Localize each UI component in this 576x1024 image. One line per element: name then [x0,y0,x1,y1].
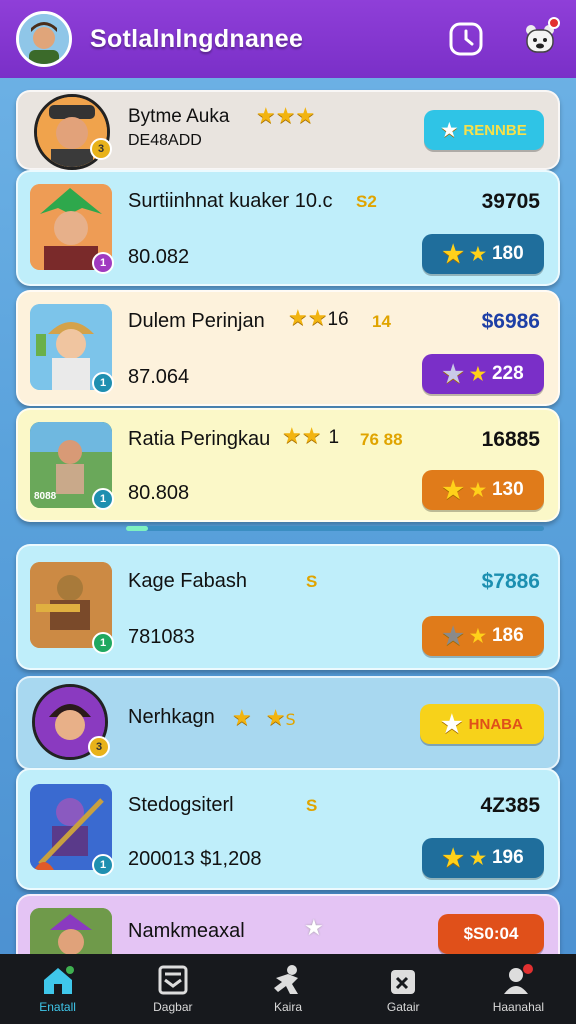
profile-icon [500,964,536,996]
level-coin: 1 [92,632,114,654]
item-name: Stedogsiterl [128,794,234,816]
nav-item-inbox[interactable]: Dagbar [115,954,230,1024]
list-item[interactable]: 1 Kage Fabash S $7886 781083 ★ ★ 186 [16,544,560,670]
nav-item-profile[interactable]: Haanahal [461,954,576,1024]
bear-icon[interactable] [520,17,560,59]
app-title: Sotlalnlngdnanee [90,24,304,53]
nav-label: Dagbar [153,1000,193,1014]
item-sub: 80.082 [128,246,190,268]
item-name: Ratia Peringkau [128,428,271,450]
top-app-bar: Sotlalnlngdnanee [0,0,576,78]
item-price: $6986 [481,310,540,333]
featured-card[interactable]: 3 Bytme Auka ★★★ DE48ADD ★ RENNBE [16,90,560,170]
item-price: 4Z385 [480,794,540,817]
fighter-icon [270,964,306,996]
item-tag: S2 [356,192,377,211]
buy-button[interactable]: ★ ★ 186 [422,616,544,656]
hunt-button[interactable]: ★ HNABA [420,704,544,744]
notification-badge [548,17,560,29]
rating-stars: ★ ★S [232,706,296,731]
featured-action-button[interactable]: ★ RENNBE [424,110,544,150]
rating-stars: ★ [304,916,324,941]
nav-label: Haanahal [492,1000,545,1014]
inbox-icon [155,964,191,996]
featured-code: DE48ADD [128,132,202,149]
item-price: $7886 [481,570,540,593]
item-name: Namkmeaxal [128,920,245,942]
item-sub: 87.064 [128,366,190,388]
level-coin: 1 [92,854,114,876]
nav-label: Kaira [274,1000,303,1014]
item-price: 16885 [481,428,540,451]
bottom-nav: Enatall Dagbar Kaira Gatair Haanahal [0,954,576,1024]
rating-stars: ★★★ [256,104,316,129]
nav-item-home[interactable]: Enatall [0,954,115,1024]
item-name: Dulem Perinjan [128,310,265,332]
list-item[interactable]: 1 Dulem Perinjan ★★16 14 $6986 87.064 ★ ★… [16,290,560,406]
item-name: Kage Fabash [128,570,247,592]
level-coin: 3 [88,736,110,758]
rating-count: 1 [328,427,340,448]
rating-stars: ★★ 1 [282,424,340,449]
clock-icon[interactable] [446,19,486,59]
item-sub: 80.808 [128,482,190,504]
home-icon [40,964,76,996]
item-sub: 200013 $1,208 [128,848,262,870]
level-coin: 1 [92,488,114,510]
rating-stars: ★★16 [288,306,349,331]
item-tag: 14 [372,312,391,331]
rating-count: 16 [327,309,349,330]
price-button[interactable]: $S0:04 [438,914,544,954]
bag-icon [385,964,421,996]
list-item[interactable]: 8088 1 Ratia Peringkau ★★ 1 76 88 16885 … [16,408,560,522]
level-coin: 3 [90,138,112,160]
avatar[interactable] [16,11,72,67]
nav-label: Enatall [39,1000,76,1014]
buy-button[interactable]: ★ ★ 228 [422,354,544,394]
buy-button[interactable]: ★ ★ 196 [422,838,544,878]
item-tag: S [306,572,318,591]
buy-button[interactable]: ★ ★ 130 [422,470,544,510]
level-coin: 1 [92,252,114,274]
buy-button[interactable]: ★ ★ 180 [422,234,544,274]
item-tag: 76 88 [360,430,403,449]
nav-item-fighter[interactable]: Kaira [230,954,345,1024]
scroll-indicator [126,526,544,531]
nav-item-bag[interactable]: Gatair [346,954,461,1024]
item-name: Nerhkagn [128,706,215,728]
list-item[interactable]: 1 Stedogsiterl S 4Z385 200013 $1,208 ★ ★ 1… [16,768,560,890]
thumbnail-caption: 8088 [34,491,57,502]
item-tag: S [306,796,318,815]
list-item[interactable]: 3 Nerhkagn ★ ★S ★ HNABA [16,676,560,770]
item-name: Surtiinhnat kuaker 10.c [128,190,333,212]
item-price: 39705 [481,190,540,213]
nav-label: Gatair [386,1000,420,1014]
featured-name: Bytme Auka [128,106,230,127]
item-sub: 781083 [128,626,195,648]
level-coin: 1 [92,372,114,394]
list-item[interactable]: 1 Surtiinhnat kuaker 10.c S2 39705 80.08… [16,170,560,286]
